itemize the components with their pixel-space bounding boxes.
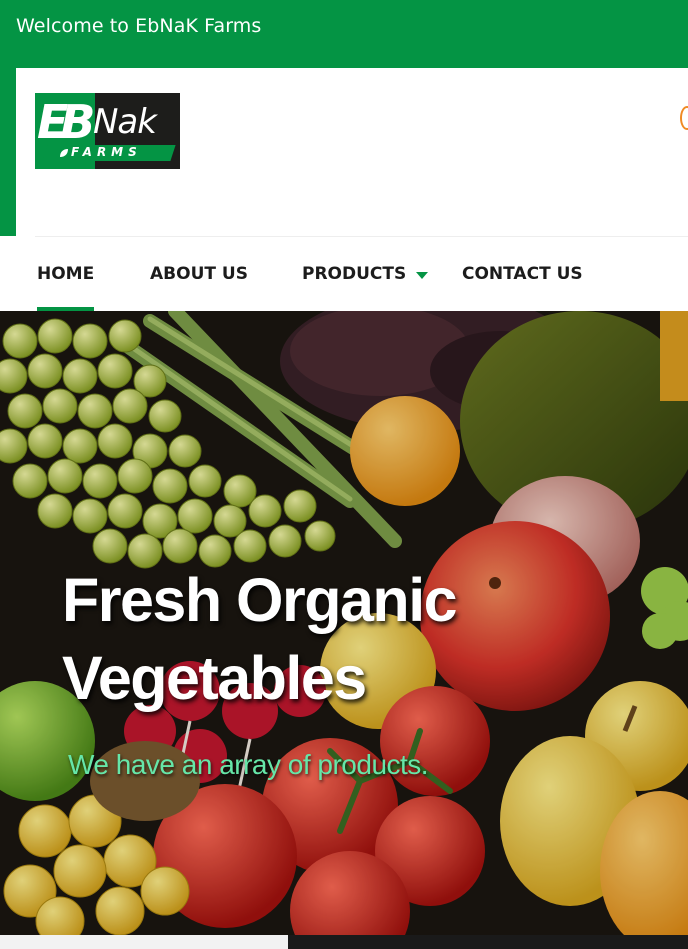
nav-about-us[interactable]: ABOUT US	[150, 237, 248, 311]
hero-title: Fresh Organic Vegetables	[62, 566, 458, 712]
main-nav: HOME ABOUT US PRODUCTS CONTACT US	[16, 237, 688, 311]
brand-logo[interactable]: EB Nak FARMS	[35, 93, 180, 169]
nav-contact-us[interactable]: CONTACT US	[462, 237, 583, 311]
hero-banner: Fresh Organic Vegetables We have an arra…	[0, 311, 688, 935]
nav-products[interactable]: PRODUCTS	[302, 237, 429, 311]
nav-about-us-label: ABOUT US	[150, 264, 248, 284]
nav-home[interactable]: HOME	[37, 237, 95, 311]
welcome-text: Welcome to EbNaK Farms	[16, 15, 262, 37]
taskbar-strip	[0, 935, 688, 949]
logo-mark: EB	[37, 95, 96, 149]
taskbar-strip-left	[0, 935, 288, 949]
nav-products-label: PRODUCTS	[302, 264, 407, 284]
nav-contact-us-label: CONTACT US	[462, 264, 583, 284]
logo-name: Nak	[93, 102, 157, 142]
logo-subtitle: FARMS	[71, 145, 142, 159]
hero-subtitle: We have an array of products.	[68, 749, 429, 780]
chevron-down-icon	[416, 271, 429, 279]
nav-home-label: HOME	[37, 264, 95, 284]
site-header: EB Nak FARMS HOME ABOUT US PRODUCTS CONT…	[16, 68, 688, 311]
browser-edge-icon[interactable]	[680, 106, 688, 130]
leaf-icon	[60, 149, 68, 157]
